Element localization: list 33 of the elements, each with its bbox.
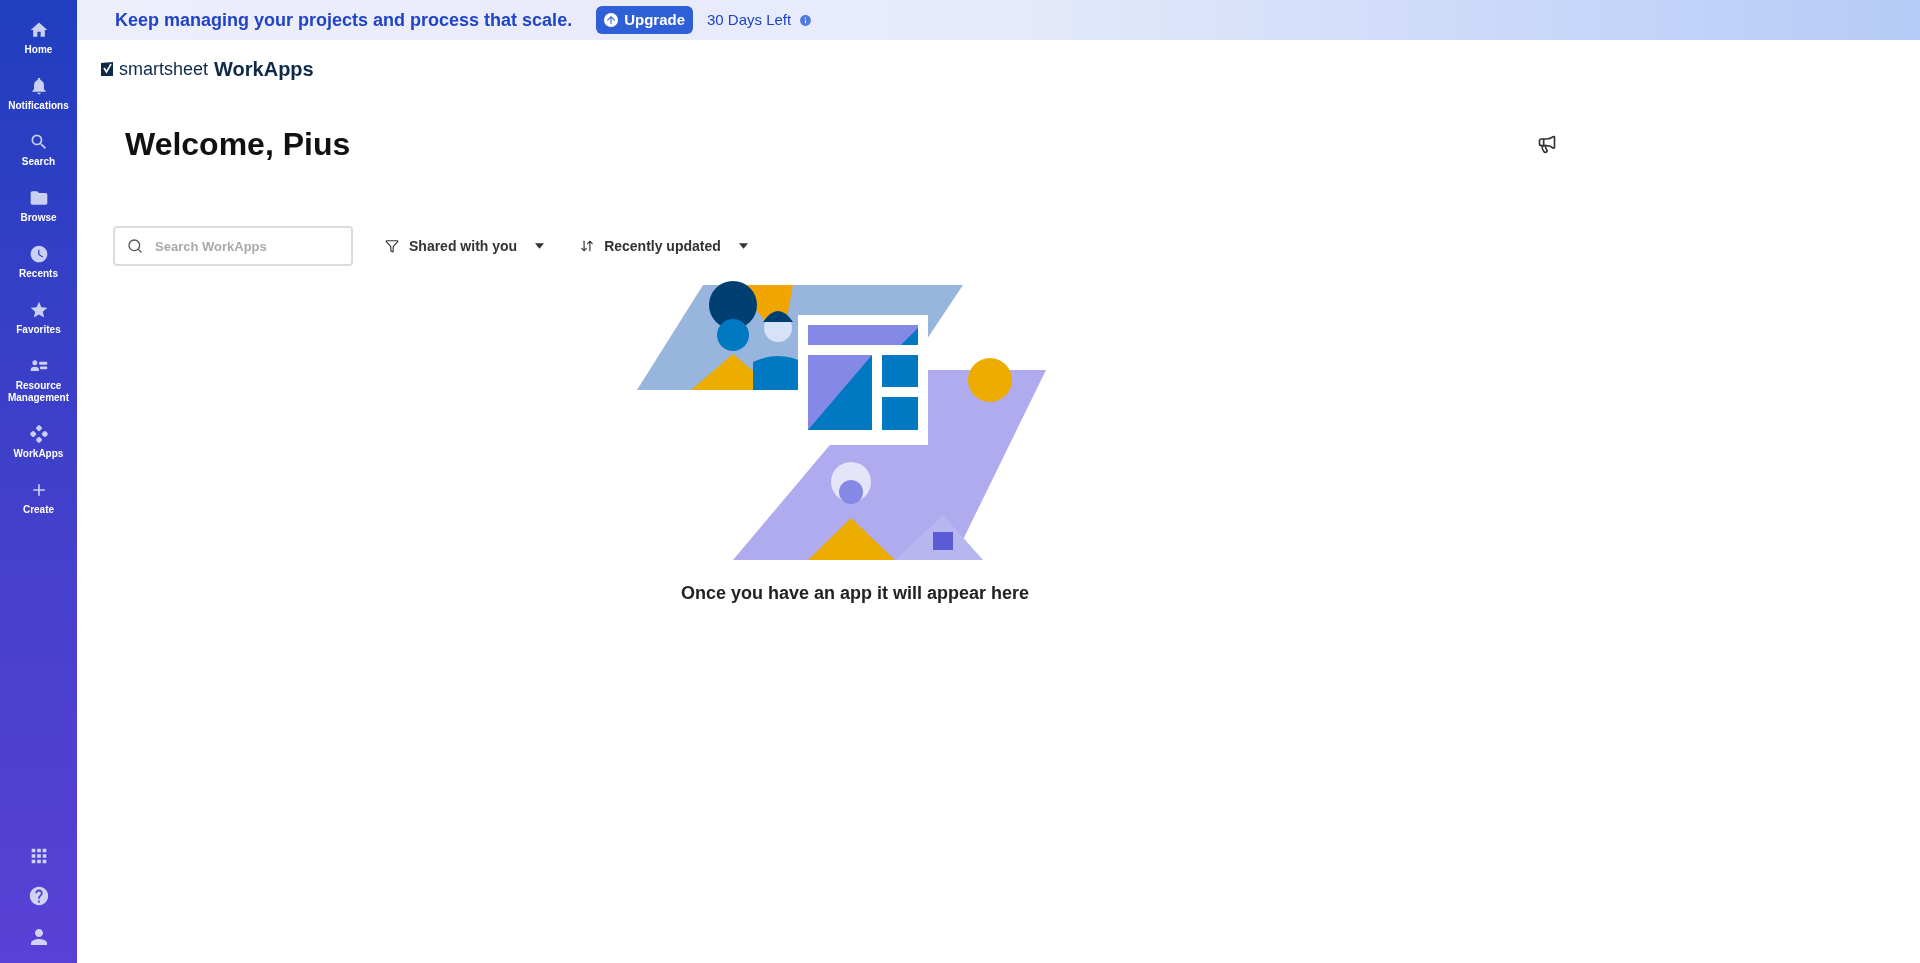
caret-icon [535, 243, 545, 249]
filter-dropdown[interactable]: Shared with you [385, 235, 545, 257]
logo-product: WorkApps [214, 57, 314, 82]
banner-message: Keep managing your projects and process that scale. [115, 8, 573, 32]
caret-icon [738, 243, 748, 249]
help-icon[interactable] [27, 885, 50, 907]
welcome-heading: Welcome, Pius [125, 125, 351, 164]
logo-brand: smartsheet [119, 57, 209, 81]
sort-dropdown[interactable]: Recently updated [580, 235, 748, 257]
sidebar-item[interactable]: Create [18, 504, 59, 516]
sort-icon [580, 239, 595, 253]
sidebar-item[interactable]: Home [20, 44, 57, 56]
logo-icon [101, 62, 113, 76]
home-icon[interactable] [28, 20, 49, 40]
sidebar-item[interactable]: Search [17, 156, 60, 168]
diamonds-icon[interactable] [28, 424, 49, 444]
megaphone-icon[interactable] [1537, 134, 1557, 154]
search-field[interactable]: Search WorkApps [113, 226, 353, 266]
sidebar-item[interactable]: Favorites [12, 324, 65, 336]
arrow-up-icon [604, 13, 619, 27]
filter-icon [385, 239, 399, 253]
folder-icon[interactable] [28, 188, 49, 208]
upgrade-button[interactable]: Upgrade [596, 6, 693, 34]
sidebar-item[interactable]: Notifications [4, 100, 73, 112]
sidebar-item[interactable]: WorkApps [9, 448, 68, 460]
sidebar-item[interactable]: Browse [16, 212, 61, 224]
sidebar-item[interactable]: Recents [15, 268, 62, 280]
clock-icon[interactable] [28, 244, 49, 264]
search-icon [127, 238, 143, 254]
trial-days-left: 30 Days Left [707, 9, 792, 30]
empty-state-message: Once you have an app it will appear here [680, 582, 1030, 605]
sidebar-item[interactable]: Resource Management [0, 380, 77, 404]
info-icon[interactable] [799, 13, 813, 27]
